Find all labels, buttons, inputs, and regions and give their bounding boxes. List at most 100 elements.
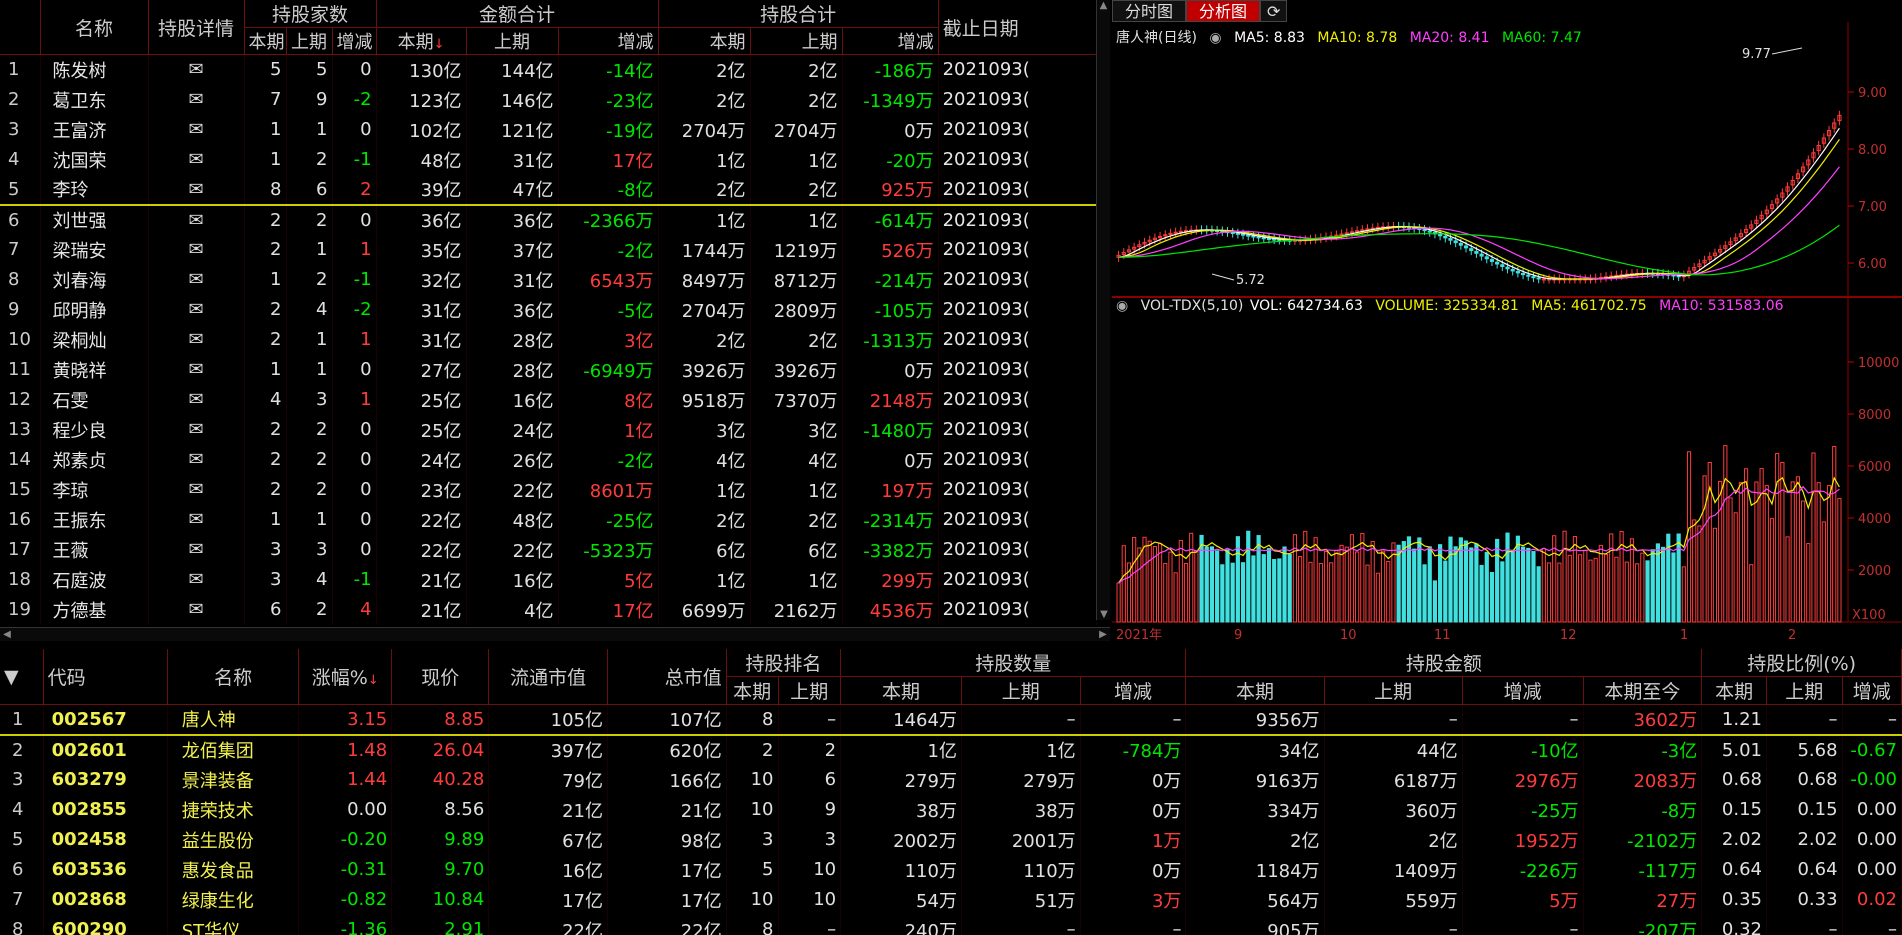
top-table-vscroll[interactable]: ▲ ▼ [1096,0,1110,620]
detail-mail-icon[interactable]: ✉ [148,324,245,355]
col-amt-chg[interactable]: 增减 [1462,676,1584,705]
col-amount-chg[interactable]: 增减 [558,27,659,55]
col-total-cap[interactable]: 总市值 [607,649,727,705]
table-row[interactable]: 8 刘春海 ✉ 1 2 -1 32亿 31亿 6543万 8497万 8712万 -214万 20210… [0,264,1097,295]
col-amount-prev[interactable]: 上期 [466,27,559,55]
col-count-cur[interactable]: 本期 [244,27,287,55]
end-date: 2021093( [938,234,1097,265]
table-row[interactable]: 1 陈发树 ✉ 5 5 0 130亿 144亿 -14亿 2亿 2亿 -186万 2021093( [0,54,1097,85]
table-row[interactable]: 6 刘世强 ✉ 2 2 0 36亿 36亿 -2366万 1亿 1亿 -614万 2021093( [0,204,1097,235]
table-row[interactable]: 4 002855 捷荣技术 0.00 8.56 21亿 21亿 10 9 38万 38万 0万 334万… [0,794,1902,825]
top-table-hscroll[interactable]: ◀ ▶ [0,627,1110,641]
col-code[interactable]: 代码 [43,649,168,705]
kline-chart[interactable]: 9.00 8.00 7.00 6.00 10000 8000 6000 4000 2000 X10… [1112,22,1902,647]
col-stock-name[interactable]: 名称 [167,649,300,705]
detail-mail-icon[interactable]: ✉ [148,564,245,595]
volume-bar [1256,535,1261,623]
table-row[interactable]: 12 石雯 ✉ 4 3 1 25亿 16亿 8亿 9518万 7370万 2148万 2021093( [0,384,1097,415]
col-amt-prev[interactable]: 上期 [1324,676,1463,705]
col-hold-chg[interactable]: 增减 [842,27,939,55]
col-name[interactable]: 名称 [40,0,149,55]
table-row[interactable]: 13 程少良 ✉ 2 2 0 25亿 24亿 1亿 3亿 3亿 -1480万 2021093( [0,414,1097,445]
hold-prev: 8712万 [750,264,843,295]
col-hold-cur[interactable]: 本期 [658,27,751,55]
tab-intraday[interactable]: 分时图 [1112,0,1187,22]
col-price[interactable]: 现价 [391,649,490,705]
col-qty-prev[interactable]: 上期 [961,676,1081,705]
col-float-cap[interactable]: 流通市值 [488,649,608,705]
table-row[interactable]: 10 梁桐灿 ✉ 2 1 1 31亿 28亿 3亿 2亿 2亿 -1313万 2021093( [0,324,1097,355]
col-ratio-cur[interactable]: 本期 [1701,676,1767,705]
vol-tick-label: 8000 [1858,408,1891,423]
table-row[interactable]: 17 王薇 ✉ 3 3 0 22亿 22亿 -5323万 6亿 6亿 -3382万 2021093( [0,534,1097,565]
col-amt-to-now[interactable]: 本期至今 [1583,676,1703,705]
scroll-right-icon[interactable]: ▶ [1096,628,1110,642]
table-row[interactable]: 3 603279 景津装备 1.44 40.28 79亿 166亿 10 6 279万 279万 0万… [0,764,1902,795]
amt-chg: -25万 [1462,794,1584,825]
detail-mail-icon[interactable]: ✉ [148,354,245,385]
table-row[interactable]: 5 李玲 ✉ 8 6 2 39亿 47亿 -8亿 2亿 2亿 925万 2021093( [0,174,1097,206]
detail-mail-icon[interactable]: ✉ [148,474,245,505]
col-detail[interactable]: 持股详情 [148,0,245,55]
table-row[interactable]: 1 002567 唐人神 3.15 8.85 105亿 107亿 8–1464万 – –9356万… [0,704,1902,736]
detail-mail-icon[interactable]: ✉ [148,84,245,115]
detail-mail-icon[interactable]: ✉ [148,444,245,475]
col-amt-cur[interactable]: 本期 [1185,676,1325,705]
rank-cur: 10 [726,764,779,795]
detail-mail-icon[interactable]: ✉ [148,294,245,325]
hold-chg: 0万 [842,114,939,145]
detail-mail-icon[interactable]: ✉ [148,204,245,235]
refresh-icon[interactable]: ⟳ [1260,0,1288,22]
table-row[interactable]: 3 王富济 ✉ 1 1 0 102亿 121亿 -19亿 2704万 2704万 0万 2021093( [0,114,1097,145]
detail-mail-icon[interactable]: ✉ [148,534,245,565]
table-row[interactable]: 2 002601 龙佰集团 1.48 26.04 397亿 620亿 2 2 1亿 1亿 -784万 3… [0,734,1902,765]
col-qty-cur[interactable]: 本期 [840,676,962,705]
table-row[interactable]: 8 600290 ST华仪 -1.36 2.91 22亿 22亿 8–240万 – –905万 – –… [0,914,1902,935]
col-rank-prev[interactable]: 上期 [778,676,842,705]
col-amount-cur[interactable]: 本期↓ [376,27,467,55]
detail-mail-icon[interactable]: ✉ [148,594,245,625]
table-row[interactable]: 2 葛卫东 ✉ 7 9 -2 123亿 146亿 -23亿 2亿 2亿 -1349万 2021093( [0,84,1097,115]
scroll-up-icon[interactable]: ▲ [1097,0,1110,11]
table-row[interactable]: 16 王振东 ✉ 1 1 0 22亿 48亿 -25亿 2亿 2亿 -2314万 2021093( [0,504,1097,535]
detail-mail-icon[interactable]: ✉ [148,234,245,265]
detail-mail-icon[interactable]: ✉ [148,144,245,175]
detail-mail-icon[interactable]: ✉ [148,114,245,145]
row-index: 17 [0,534,41,565]
table-row[interactable]: 19 方德基 ✉ 6 2 4 21亿 4亿 17亿 6699万 2162万 4536万 2021093( [0,594,1097,625]
table-row[interactable]: 9 邱明静 ✉ 2 4 -2 31亿 36亿 -5亿 2704万 2809万 -105万 2021093… [0,294,1097,325]
table-row[interactable]: 5 002458 益生股份 -0.20 9.89 67亿 98亿 3 3 2002万 2001万 1万… [0,824,1902,855]
col-rank-cur[interactable]: 本期 [726,676,779,705]
table-row[interactable]: 6 603536 惠发食品 -0.31 9.70 16亿 17亿 5 10 110万 110万 0万 1… [0,854,1902,885]
detail-mail-icon[interactable]: ✉ [148,174,245,206]
detail-mail-icon[interactable]: ✉ [148,54,245,85]
detail-mail-icon[interactable]: ✉ [148,504,245,535]
settings-icon[interactable]: ◉ [1209,30,1221,46]
detail-mail-icon[interactable]: ✉ [148,264,245,295]
col-date[interactable]: 截止日期 [938,0,1097,55]
table-row[interactable]: 4 沈国荣 ✉ 1 2 -1 48亿 31亿 17亿 1亿 1亿 -20万 2021093( [0,144,1097,175]
table-row[interactable]: 18 石庭波 ✉ 3 4 -1 21亿 16亿 5亿 1亿 1亿 299万 2021093( [0,564,1097,595]
col-hold-prev[interactable]: 上期 [750,27,843,55]
detail-mail-icon[interactable]: ✉ [148,414,245,445]
col-pct[interactable]: 涨幅%↓ [298,649,393,705]
table-row[interactable]: 7 梁瑞安 ✉ 2 1 1 35亿 37亿 -2亿 1744万 1219万 526万 2021093( [0,234,1097,265]
table-row[interactable]: 11 黄晓祥 ✉ 1 1 0 27亿 28亿 -6949万 3926万 3926万 0万 2021093… [0,354,1097,385]
vol-settings-icon[interactable]: ◉ [1116,298,1128,314]
detail-mail-icon[interactable]: ✉ [148,384,245,415]
table-row[interactable]: 15 李琼 ✉ 2 2 0 23亿 22亿 8601万 1亿 1亿 197万 2021093( [0,474,1097,505]
table-row[interactable]: 7 002868 绿康生化 -0.82 10.84 17亿 17亿 10 10 54万 51万 3万 5… [0,884,1902,915]
ratio-prev: 0.64 [1766,854,1843,885]
col-count-prev[interactable]: 上期 [286,27,333,55]
col-ratio-prev[interactable]: 上期 [1766,676,1843,705]
table-row[interactable]: 14 郑素贞 ✉ 2 2 0 24亿 26亿 -2亿 4亿 4亿 0万 2021093( [0,444,1097,475]
col-qty-chg[interactable]: 增减 [1080,676,1187,705]
col-sort-arrow[interactable]: ▼ [0,649,44,705]
count-chg: 0 [332,114,377,145]
col-count-chg[interactable]: 增减 [332,27,377,55]
rank-prev: 10 [778,884,842,915]
scroll-left-icon[interactable]: ◀ [0,628,14,642]
tab-analysis[interactable]: 分析图 [1186,0,1261,22]
scroll-down-icon[interactable]: ▼ [1097,609,1111,620]
col-ratio-chg[interactable]: 增减 [1842,676,1902,705]
